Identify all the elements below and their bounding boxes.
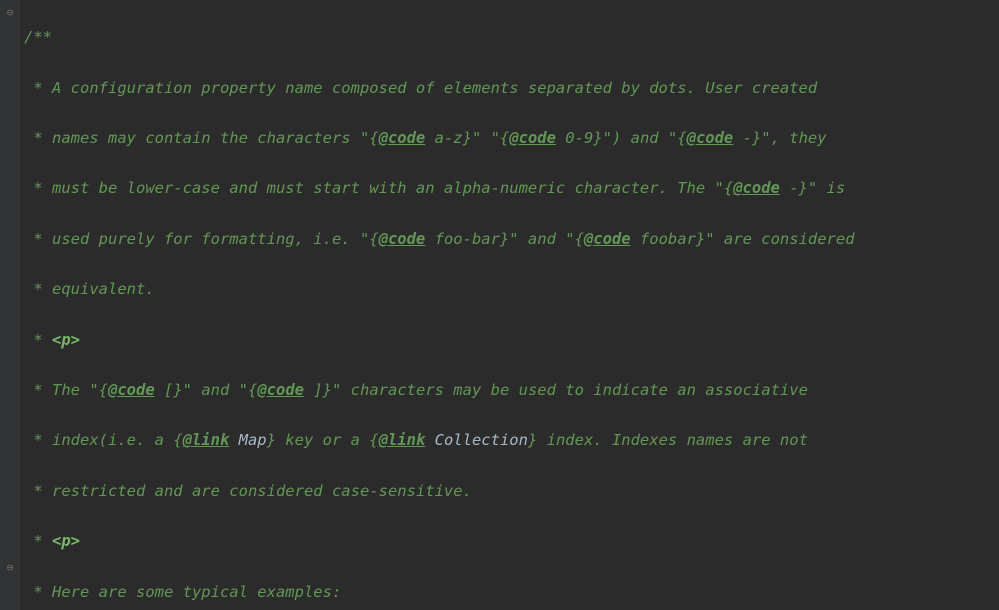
code-area[interactable]: /** * A configuration property name comp…	[20, 0, 855, 610]
javadoc-line: * <p>	[24, 529, 855, 554]
javadoc-line: * <p>	[24, 328, 855, 353]
gutter: ⊖ ⊖	[0, 0, 20, 610]
fold-marker-open-icon[interactable]: ⊖	[3, 6, 17, 20]
javadoc-line: * equivalent.	[24, 277, 855, 302]
javadoc-line: * A configuration property name composed…	[24, 76, 855, 101]
javadoc-line: * must be lower-case and must start with…	[24, 176, 855, 201]
javadoc-line: * restricted and are considered case-sen…	[24, 479, 855, 504]
javadoc-line: * The "{@code [}" and "{@code ]}" charac…	[24, 378, 855, 403]
javadoc-open: /**	[24, 25, 855, 50]
javadoc-line: * used purely for formatting, i.e. "{@co…	[24, 227, 855, 252]
javadoc-line: * Here are some typical examples:	[24, 580, 855, 605]
javadoc-line: * index(i.e. a {@link Map} key or a {@li…	[24, 428, 855, 453]
fold-marker-close-icon[interactable]: ⊖	[3, 561, 17, 575]
javadoc-line: * names may contain the characters "{@co…	[24, 126, 855, 151]
code-editor[interactable]: ⊖ ⊖ /** * A configuration property name …	[0, 0, 999, 610]
